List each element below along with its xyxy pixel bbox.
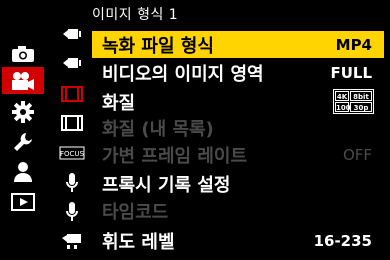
- svg-text:FOCUS: FOCUS: [60, 150, 85, 158]
- user-icon[interactable]: [2, 158, 44, 185]
- quality-chip: 4K: [335, 91, 349, 101]
- menu-row-value: FULL: [330, 63, 372, 82]
- menu-row-variable-frame-rate[interactable]: 가변 프레임 레이트 OFF: [92, 141, 384, 168]
- menu-row-label: 화질: [102, 92, 136, 114]
- menu-row-rec-quality[interactable]: 화질 4K 8bit 100M 30p: [92, 88, 384, 115]
- microphone-2-icon[interactable]: [57, 200, 87, 224]
- menu-row-label: 화질 (내 목록): [102, 118, 214, 140]
- video-format-2-icon[interactable]: [57, 51, 87, 75]
- menu-row-rec-file-format[interactable]: 녹화 파일 형식 MP4: [92, 31, 384, 58]
- wrench-icon[interactable]: [2, 128, 44, 155]
- menu-row-luminance-level[interactable]: 휘도 레벨 16-235: [92, 227, 384, 254]
- menu-row-quality-my-list[interactable]: 화질 (내 목록): [92, 114, 384, 141]
- menu-row-label: 프록시 기록 설정: [102, 174, 231, 196]
- film-icon[interactable]: [57, 82, 87, 106]
- playback-icon[interactable]: [2, 188, 44, 215]
- menu-row-label: 타임코드: [102, 201, 169, 223]
- tripod-camera-icon[interactable]: [57, 229, 87, 253]
- quality-chip: 100M: [335, 102, 358, 112]
- video-camera-icon[interactable]: [2, 67, 44, 94]
- quality-chip: 30p: [350, 102, 372, 112]
- gear-icon[interactable]: [2, 98, 44, 125]
- menu-row-time-code[interactable]: 타임코드: [92, 197, 384, 224]
- quality-badge: 4K 8bit 100M 30p: [333, 89, 374, 114]
- film-2-icon[interactable]: [57, 111, 87, 135]
- menu-row-proxy-rec[interactable]: 프록시 기록 설정: [92, 170, 384, 197]
- quality-chip: 8bit: [350, 91, 372, 101]
- menu-row-image-area[interactable]: 비디오의 이미지 영역 FULL: [92, 59, 384, 86]
- menu-row-label: 가변 프레임 레이트: [102, 145, 248, 167]
- page-title: 이미지 형식 1: [92, 7, 179, 23]
- menu-row-value: OFF: [342, 145, 372, 164]
- menu-row-label: 녹화 파일 형식: [102, 35, 214, 57]
- menu-row-value: MP4: [335, 35, 372, 54]
- menu-row-value: 16-235: [313, 231, 372, 250]
- video-format-icon[interactable]: [57, 22, 87, 46]
- camera-icon[interactable]: [2, 40, 44, 67]
- microphone-icon[interactable]: [57, 171, 87, 195]
- menu-row-label: 휘도 레벨: [102, 231, 175, 253]
- menu-row-label: 비디오의 이미지 영역: [102, 63, 264, 85]
- focus-icon[interactable]: FOCUS: [57, 141, 87, 165]
